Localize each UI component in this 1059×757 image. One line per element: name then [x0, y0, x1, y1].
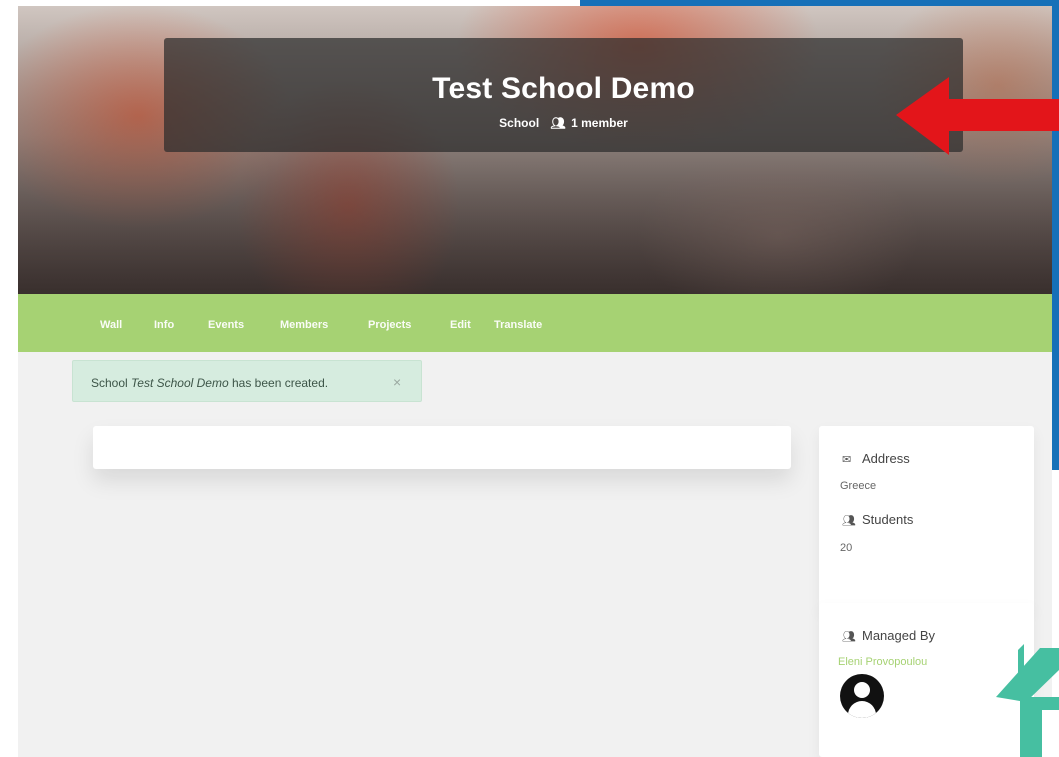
wall-card — [93, 426, 791, 469]
alert-suffix: has been created. — [232, 376, 329, 390]
success-alert: School Test School Demo has been created… — [72, 360, 422, 402]
managed-by-label-text: Managed By — [862, 628, 935, 643]
alert-message: School Test School Demo has been created… — [91, 376, 328, 390]
users-icon: 👥︎ — [842, 515, 856, 527]
tab-nav: Wall Info Events Members Projects Edit T… — [18, 294, 1052, 352]
title-meta: School 👥︎ 1 member — [164, 116, 963, 130]
manager-icon: 👥︎ — [842, 631, 856, 643]
alert-prefix: School — [91, 376, 128, 390]
info-card: ✉︎ Address Greece 👥︎ Students 20 — [819, 426, 1034, 609]
envelope-icon: ✉︎ — [842, 454, 852, 466]
tab-wall[interactable]: Wall — [100, 319, 122, 331]
tab-members[interactable]: Members — [280, 319, 328, 331]
tab-info[interactable]: Info — [154, 319, 174, 331]
tab-projects[interactable]: Projects — [368, 319, 411, 331]
avatar-icon[interactable] — [840, 674, 884, 718]
address-label-text: Address — [862, 451, 910, 466]
students-label-text: Students — [862, 512, 914, 527]
members-count: 1 member — [571, 116, 628, 130]
title-box: Test School Demo School 👥︎ 1 member — [164, 38, 963, 152]
address-value: Greece — [840, 480, 877, 492]
students-label: 👥︎ Students — [842, 512, 913, 527]
alert-school-name: Test School Demo — [131, 376, 229, 390]
school-type-label: School — [499, 116, 540, 130]
address-label: ✉︎ Address — [842, 451, 910, 466]
manager-link[interactable]: Eleni Provopoulou — [838, 656, 927, 668]
tab-edit[interactable]: Edit — [450, 319, 471, 331]
page-title: Test School Demo — [432, 72, 695, 105]
close-icon[interactable]: × — [393, 374, 401, 390]
red-arrow-annotation — [896, 77, 1059, 155]
house-logo-icon — [996, 644, 1059, 757]
managed-by-label: 👥︎ Managed By — [842, 628, 935, 643]
tab-translate[interactable]: Translate — [494, 319, 542, 331]
users-icon: 👥︎ — [550, 116, 566, 130]
students-value: 20 — [840, 542, 853, 554]
tab-events[interactable]: Events — [208, 319, 244, 331]
